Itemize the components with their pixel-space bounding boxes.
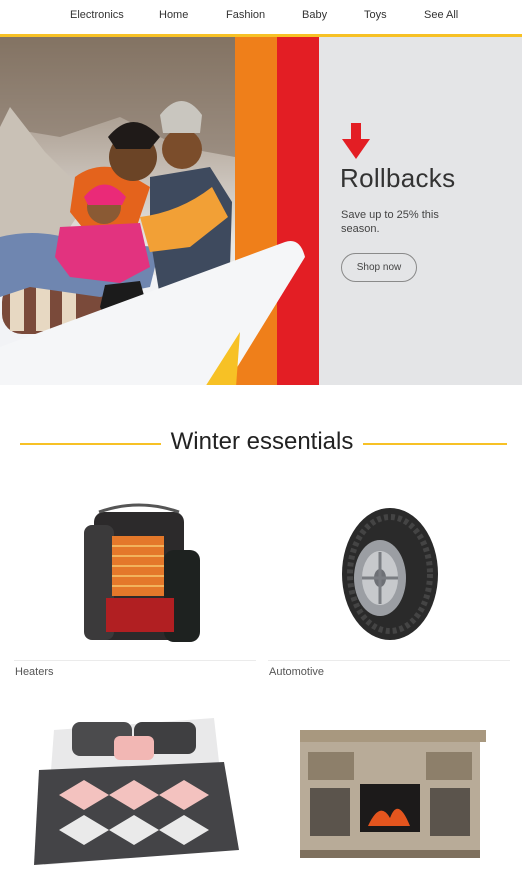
section-rule-left bbox=[20, 443, 161, 445]
nav-item-electronics[interactable]: Electronics bbox=[70, 9, 124, 21]
arrow-down-icon bbox=[342, 123, 370, 159]
tile-divider bbox=[268, 660, 510, 661]
nav-item-see-all[interactable]: See All bbox=[424, 9, 458, 21]
section-rule-right bbox=[363, 443, 507, 445]
tile-divider bbox=[14, 660, 256, 661]
section-title: Winter essentials bbox=[170, 428, 354, 455]
nav-item-baby[interactable]: Baby bbox=[302, 9, 327, 21]
category-tile-automotive[interactable] bbox=[268, 490, 508, 658]
category-tile-heaters[interactable] bbox=[14, 490, 254, 658]
hero-banner[interactable]: Rollbacks Save up to 25% this season. Sh… bbox=[0, 37, 522, 385]
category-label-automotive[interactable]: Automotive bbox=[269, 666, 324, 678]
category-tile-bedding[interactable] bbox=[14, 700, 254, 881]
hero-title: Rollbacks bbox=[340, 163, 456, 193]
fireplace-tv-stand-icon bbox=[300, 730, 486, 858]
nav-item-toys[interactable]: Toys bbox=[364, 9, 387, 21]
hero-subtitle: Save up to 25% this season. bbox=[341, 209, 439, 235]
category-label-heaters[interactable]: Heaters bbox=[15, 666, 54, 678]
nav-item-home[interactable]: Home bbox=[159, 9, 188, 21]
heater-icon bbox=[84, 503, 200, 642]
tire-icon bbox=[342, 508, 438, 640]
category-tile-fireplace[interactable] bbox=[290, 700, 490, 881]
snow-wedge-shape bbox=[0, 241, 305, 385]
shop-now-button[interactable]: Shop now bbox=[341, 253, 417, 282]
top-nav: Electronics Home Fashion Baby Toys See A… bbox=[0, 0, 522, 34]
comforter-icon bbox=[34, 718, 239, 865]
nav-item-fashion[interactable]: Fashion bbox=[226, 9, 265, 21]
